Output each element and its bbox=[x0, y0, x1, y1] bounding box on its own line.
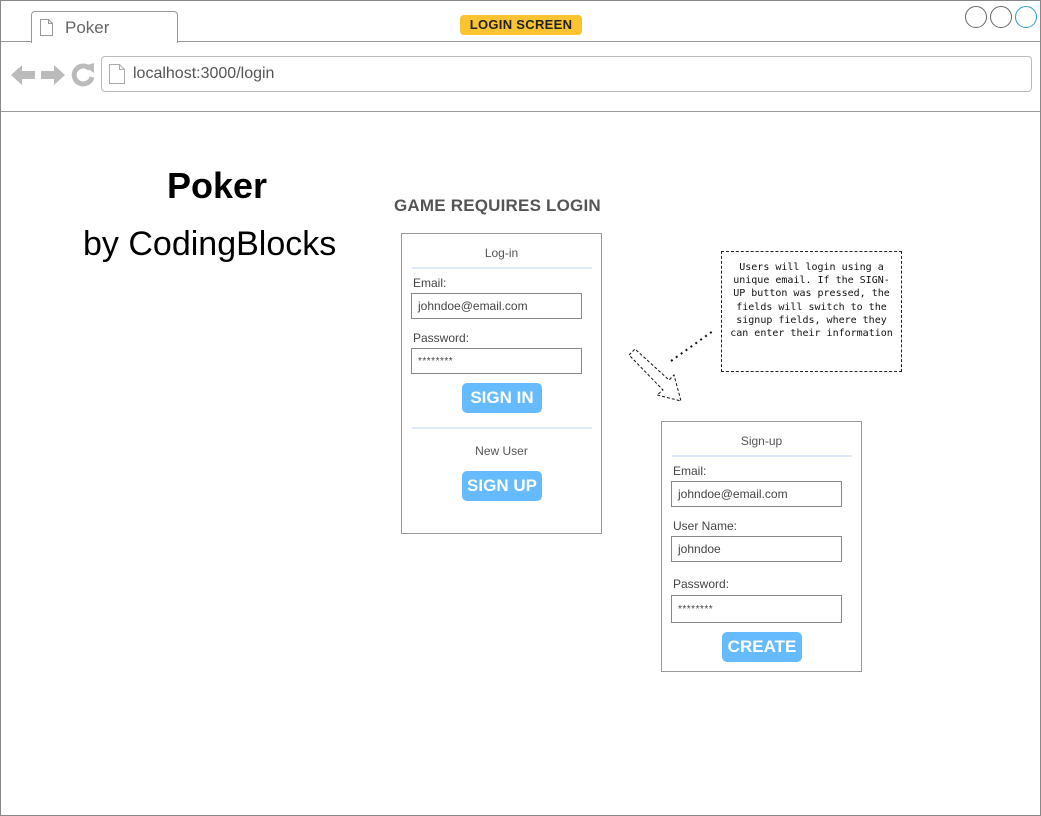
page-subtitle: by CodingBlocks bbox=[83, 225, 337, 263]
signup-email-field[interactable]: johndoe@email.com bbox=[671, 481, 842, 507]
create-button[interactable]: CREATE bbox=[722, 632, 802, 662]
sign-in-button[interactable]: SIGN IN bbox=[462, 383, 542, 413]
password-label: Password: bbox=[413, 331, 470, 345]
window-circle-icon[interactable] bbox=[1015, 6, 1037, 28]
page-icon bbox=[109, 64, 125, 84]
separator bbox=[672, 455, 852, 457]
dashed-arrow-icon bbox=[628, 330, 714, 402]
back-arrow-icon[interactable] bbox=[9, 61, 37, 89]
sign-up-button[interactable]: SIGN UP bbox=[462, 471, 542, 501]
username-field[interactable]: johndoe bbox=[671, 536, 842, 562]
window-circle-icon[interactable] bbox=[990, 6, 1012, 28]
login-panel-title: Log-in bbox=[484, 246, 519, 260]
page-icon bbox=[40, 19, 53, 36]
email-field[interactable]: johndoe@email.com bbox=[411, 293, 582, 319]
address-bar[interactable]: localhost:3000/login bbox=[101, 56, 1032, 92]
forward-arrow-icon[interactable] bbox=[39, 61, 67, 89]
screen-name-badge: LOGIN SCREEN bbox=[460, 15, 582, 35]
new-user-text: New User bbox=[475, 444, 528, 458]
email-label: Email: bbox=[673, 464, 707, 478]
reload-icon[interactable] bbox=[69, 61, 97, 89]
tab-title: Poker bbox=[65, 18, 110, 37]
window-circle-icon[interactable] bbox=[965, 6, 987, 28]
password-label: Password: bbox=[673, 577, 730, 591]
login-requirement-text: GAME REQUIRES LOGIN bbox=[394, 196, 601, 215]
signup-password-field[interactable]: ******** bbox=[671, 595, 842, 623]
separator bbox=[412, 427, 592, 429]
email-label: Email: bbox=[413, 276, 447, 290]
browser-window: Poker LOGIN SCREEN localhost:3000/login … bbox=[0, 0, 1041, 816]
separator bbox=[412, 267, 592, 269]
login-panel: Log-in Email: johndoe@email.com Password… bbox=[401, 233, 602, 534]
toolbar-divider bbox=[1, 111, 1040, 112]
page-title: Poker bbox=[167, 165, 268, 206]
signup-panel-title: Sign-up bbox=[740, 434, 783, 448]
url-text: localhost:3000/login bbox=[133, 65, 275, 82]
signup-panel: Sign-up Email: johndoe@email.com User Na… bbox=[661, 421, 862, 672]
username-label: User Name: bbox=[673, 519, 738, 533]
password-field[interactable]: ******** bbox=[411, 348, 582, 374]
annotation-note: Users will login using a unique email. I… bbox=[721, 251, 902, 372]
browser-tab[interactable]: Poker bbox=[31, 11, 178, 43]
